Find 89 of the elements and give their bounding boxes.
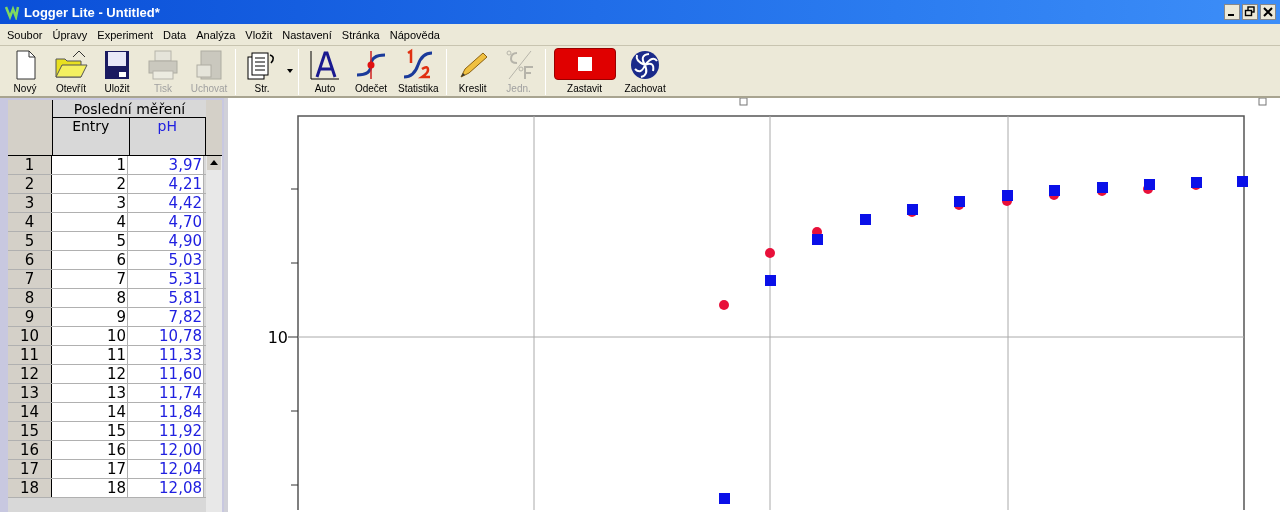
table-cell: 14	[52, 403, 128, 421]
table-cell: 1	[52, 156, 128, 174]
table-cell: 11,84	[128, 403, 204, 421]
table-cell: 10	[52, 327, 128, 345]
row-header: 16	[8, 441, 52, 459]
caret-icon[interactable]	[287, 68, 293, 73]
table-cell: 12,00	[128, 441, 204, 459]
table-cell: 11,74	[128, 384, 204, 402]
table-cell: 16	[52, 441, 128, 459]
table-cell: 8	[52, 289, 128, 307]
menu-item[interactable]: Nastavení	[277, 28, 337, 41]
table-cell: 12	[52, 365, 128, 383]
menu-item[interactable]: Soubor	[2, 28, 48, 41]
toolbar-button[interactable]: Uložit	[94, 48, 140, 95]
row-header: 9	[8, 308, 52, 326]
toolbar-button[interactable]: Auto	[302, 48, 348, 95]
table-cell: 5	[52, 232, 128, 250]
toolbar-button[interactable]: Statistika	[394, 48, 443, 95]
toolbar-button[interactable]: Nový	[2, 48, 48, 95]
row-header: 18	[8, 479, 52, 497]
table-cell: 7	[52, 270, 128, 288]
scrollbar[interactable]	[206, 156, 222, 512]
row-header: 12	[8, 365, 52, 383]
table-cell: 17	[52, 460, 128, 478]
toolbar-button[interactable]: Zastavit	[548, 48, 621, 95]
row-header: 5	[8, 232, 52, 250]
table-cell: 9	[52, 308, 128, 326]
table-cell: 18	[52, 479, 128, 497]
table-cell: 4,90	[128, 232, 204, 250]
printer-icon	[145, 48, 181, 82]
close-icon[interactable]	[1260, 4, 1276, 20]
table-cell: 5,81	[128, 289, 204, 307]
scroll-up-icon[interactable]	[207, 156, 221, 170]
table-cell: 4,42	[128, 194, 204, 212]
toolbar-button[interactable]: Odečet	[348, 48, 394, 95]
row-header: 7	[8, 270, 52, 288]
row-header: 14	[8, 403, 52, 421]
resize-handle[interactable]	[1258, 98, 1267, 106]
row-header: 2	[8, 175, 52, 193]
table-cell: 15	[52, 422, 128, 440]
column-header[interactable]: Entry	[53, 118, 130, 155]
row-header: 13	[8, 384, 52, 402]
row-header: 17	[8, 460, 52, 478]
table-cell: 2	[52, 175, 128, 193]
axis-tick-label: 10	[267, 328, 288, 347]
table-corner	[8, 100, 52, 155]
table-cell: 4,21	[128, 175, 204, 193]
table-cell: 5,31	[128, 270, 204, 288]
table-cell: 11,92	[128, 422, 204, 440]
table-cell: 5,03	[128, 251, 204, 269]
header-filler	[206, 100, 222, 155]
table-cell: 3	[52, 194, 128, 212]
app-icon	[4, 4, 20, 20]
window-title: Logger Lite - Untitled*	[24, 4, 161, 20]
minimize-icon[interactable]	[1224, 4, 1240, 20]
table-cell: 13	[52, 384, 128, 402]
toolbar-button[interactable]: Str.	[239, 48, 285, 95]
row-header: 4	[8, 213, 52, 231]
table-cell: 6	[52, 251, 128, 269]
table-cell: 11,33	[128, 346, 204, 364]
menu-item[interactable]: Stránka	[336, 28, 385, 41]
row-header: 8	[8, 289, 52, 307]
row-header: 6	[8, 251, 52, 269]
stop-icon	[553, 48, 616, 80]
resize-handle[interactable]	[739, 98, 748, 106]
table-cell: 12,08	[128, 479, 204, 497]
row-header: 11	[8, 346, 52, 364]
table-cell: 4,70	[128, 213, 204, 231]
menu-item[interactable]: Vložit	[240, 28, 278, 41]
menu-item[interactable]: Experiment	[92, 28, 158, 41]
table-cell: 11,60	[128, 365, 204, 383]
menu-item[interactable]: Úpravy	[47, 28, 93, 41]
menu-item[interactable]: Nápověda	[384, 28, 445, 41]
table-cell: 12,04	[128, 460, 204, 478]
row-header: 1	[8, 156, 52, 174]
row-header: 3	[8, 194, 52, 212]
row-header: 10	[8, 327, 52, 345]
table-cell: 11	[52, 346, 128, 364]
toolbar-button[interactable]: Kreslit	[449, 48, 496, 95]
toolbar-button[interactable]: Otevřít	[48, 48, 94, 95]
row-header: 15	[8, 422, 52, 440]
restore-icon[interactable]	[1242, 4, 1258, 20]
table-cell: 3,97	[128, 156, 204, 174]
menu-item[interactable]: Data	[157, 28, 192, 41]
table-cell: 4	[52, 213, 128, 231]
toolbar-button[interactable]: Zachovat	[620, 48, 670, 95]
table-cell: 7,82	[128, 308, 204, 326]
table-cell: 10,78	[128, 327, 204, 345]
menu-item[interactable]: Analýza	[191, 28, 241, 41]
